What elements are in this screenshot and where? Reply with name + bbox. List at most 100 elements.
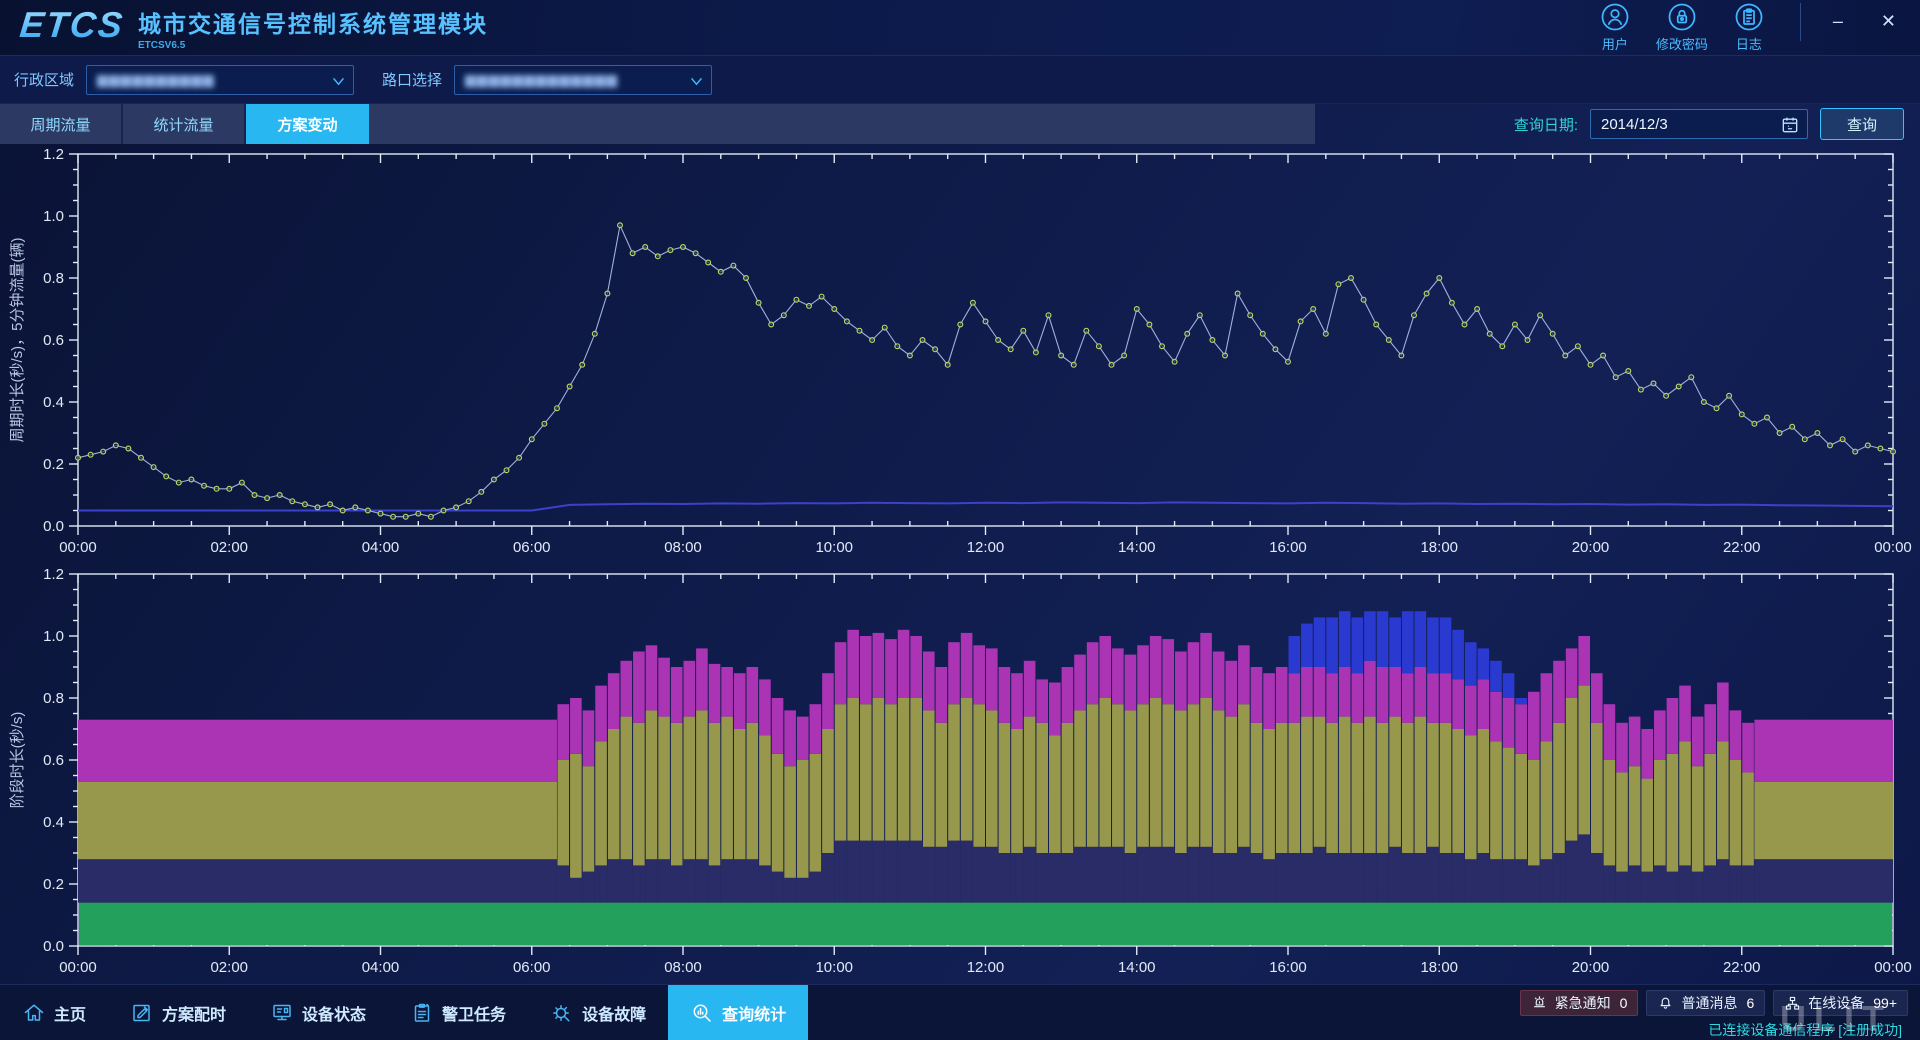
- svg-text:06:00: 06:00: [513, 959, 551, 976]
- svg-text:06:00: 06:00: [513, 539, 551, 556]
- tab-2[interactable]: 统计流量: [123, 104, 246, 144]
- svg-text:周期时长(秒/s)，5分钟流量(辆): 周期时长(秒/s)，5分钟流量(辆): [9, 238, 26, 443]
- svg-text:02:00: 02:00: [210, 539, 248, 556]
- home-icon: [22, 1001, 46, 1025]
- badge-2[interactable]: 普通消息6: [1646, 990, 1765, 1016]
- svg-text:12:00: 12:00: [967, 959, 1005, 976]
- svg-text:00:00: 00:00: [1874, 539, 1912, 556]
- svg-text:00:00: 00:00: [59, 539, 97, 556]
- svg-text:0.6: 0.6: [43, 332, 64, 349]
- svg-text:0.0: 0.0: [43, 518, 64, 535]
- svg-text:14:00: 14:00: [1118, 959, 1156, 976]
- guard-icon: [410, 1001, 434, 1025]
- svg-text:04:00: 04:00: [362, 959, 400, 976]
- log-button[interactable]: 日志: [1734, 2, 1764, 53]
- device-icon: [270, 1001, 294, 1025]
- devices-icon: [1784, 995, 1801, 1012]
- nav-item-4[interactable]: 警卫任务: [388, 985, 528, 1040]
- svg-text:0.8: 0.8: [43, 270, 64, 287]
- svg-text:0.8: 0.8: [43, 690, 64, 707]
- svg-text:20:00: 20:00: [1572, 539, 1610, 556]
- nav-item-2[interactable]: 方案配时: [108, 985, 248, 1040]
- svg-text:18:00: 18:00: [1420, 959, 1458, 976]
- svg-text:04:00: 04:00: [362, 539, 400, 556]
- cycle-flow-chart: 0.0 0.2 0.4 0.6 0.8 1.0 1.2 00:00 02:00 04:00 06:0…: [0, 144, 1920, 564]
- tab-3[interactable]: 方案变动: [246, 104, 369, 144]
- svg-text:00:00: 00:00: [59, 959, 97, 976]
- svg-text:12:00: 12:00: [967, 539, 1005, 556]
- chevron-down-icon: [690, 77, 703, 86]
- bottom-nav-bar: 主页方案配时设备状态警卫任务设备故障查询统计 紧急通知0 普通消息6 在线设备99+…: [0, 984, 1920, 1040]
- app-header: ETCS 城市交通信号控制系统管理模块 ETCSV6.5 用户 修改密码 日志 …: [0, 0, 1920, 56]
- svg-text:0.4: 0.4: [43, 814, 64, 831]
- query-button[interactable]: 查询: [1820, 108, 1904, 140]
- plan-icon: [130, 1001, 154, 1025]
- region-select[interactable]: ▆▆▆▆▆▆▆▆▆▆: [86, 65, 354, 95]
- nav-item-1[interactable]: 主页: [0, 985, 108, 1040]
- phase-duration-chart: 0.0 0.2 0.4 0.6 0.8 1.0 1.2 00:00 02:00 04:00 06:0…: [0, 564, 1920, 984]
- svg-text:16:00: 16:00: [1269, 959, 1307, 976]
- query-date-input[interactable]: 2014/12/3: [1590, 109, 1808, 139]
- stats-icon: [690, 1001, 714, 1025]
- fault-icon: [550, 1001, 574, 1025]
- svg-text:10:00: 10:00: [815, 959, 853, 976]
- siren-icon: [1531, 995, 1548, 1012]
- svg-text:08:00: 08:00: [664, 539, 702, 556]
- divider: [1800, 3, 1801, 41]
- svg-text:08:00: 08:00: [664, 959, 702, 976]
- nav-item-5[interactable]: 设备故障: [528, 985, 668, 1040]
- svg-text:0.4: 0.4: [43, 394, 64, 411]
- region-label: 行政区域: [14, 69, 74, 90]
- svg-text:0.6: 0.6: [43, 752, 64, 769]
- region-select-value: ▆▆▆▆▆▆▆▆▆▆: [97, 71, 215, 88]
- svg-text:1.2: 1.2: [43, 146, 64, 163]
- tab-1[interactable]: 周期流量: [0, 104, 123, 144]
- change-password-button[interactable]: 修改密码: [1656, 2, 1708, 53]
- svg-text:00:00: 00:00: [1874, 959, 1912, 976]
- svg-text:1.0: 1.0: [43, 208, 64, 225]
- tab-bar: 周期流量统计流量方案变动 查询日期: 2014/12/3 查询: [0, 104, 1920, 144]
- svg-text:1.0: 1.0: [43, 628, 64, 645]
- svg-text:阶段时长(秒/s): 阶段时长(秒/s): [9, 712, 26, 809]
- query-date-label: 查询日期:: [1514, 114, 1578, 135]
- svg-text:1.2: 1.2: [43, 566, 64, 583]
- page-title: 城市交通信号控制系统管理模块: [138, 5, 488, 39]
- tab-strip: 周期流量统计流量方案变动: [0, 104, 1315, 144]
- svg-text:22:00: 22:00: [1723, 959, 1761, 976]
- lock-icon: [1667, 2, 1697, 32]
- app-logo: ETCS: [18, 4, 126, 46]
- filter-bar: 行政区域 ▆▆▆▆▆▆▆▆▆▆ 路口选择 ▆▆▆▆▆▆▆▆▆▆▆▆▆: [0, 56, 1920, 104]
- nav-item-3[interactable]: 设备状态: [248, 985, 388, 1040]
- svg-text:0.0: 0.0: [43, 938, 64, 955]
- cycle-flow-chart-svg: 0.0 0.2 0.4 0.6 0.8 1.0 1.2 00:00 02:00 04:00 06:0…: [0, 144, 1920, 564]
- badge-3[interactable]: 在线设备99+: [1773, 990, 1908, 1016]
- svg-text:22:00: 22:00: [1723, 539, 1761, 556]
- log-icon: [1734, 2, 1764, 32]
- crossing-select[interactable]: ▆▆▆▆▆▆▆▆▆▆▆▆▆: [454, 65, 712, 95]
- bell-icon: [1657, 995, 1674, 1012]
- badge-1[interactable]: 紧急通知0: [1520, 990, 1639, 1016]
- svg-text:0.2: 0.2: [43, 456, 64, 473]
- close-button[interactable]: ✕: [1881, 12, 1896, 30]
- svg-text:02:00: 02:00: [210, 959, 248, 976]
- status-badges: 紧急通知0 普通消息6 在线设备99+: [1520, 990, 1908, 1016]
- query-date-value: 2014/12/3: [1601, 116, 1668, 133]
- chevron-down-icon: [332, 77, 345, 86]
- crossing-label: 路口选择: [382, 69, 442, 90]
- svg-text:20:00: 20:00: [1572, 959, 1610, 976]
- svg-text:0.2: 0.2: [43, 876, 64, 893]
- calendar-icon[interactable]: [1780, 115, 1800, 135]
- minimize-button[interactable]: –: [1833, 12, 1843, 30]
- svg-text:14:00: 14:00: [1118, 539, 1156, 556]
- svg-text:16:00: 16:00: [1269, 539, 1307, 556]
- phase-duration-chart-svg: 0.0 0.2 0.4 0.6 0.8 1.0 1.2 00:00 02:00 04:00 06:0…: [0, 564, 1920, 984]
- user-button[interactable]: 用户: [1600, 2, 1630, 53]
- main-nav: 主页方案配时设备状态警卫任务设备故障查询统计: [0, 985, 808, 1040]
- user-icon: [1600, 2, 1630, 32]
- svg-text:10:00: 10:00: [815, 539, 853, 556]
- app-version: ETCSV6.5: [138, 40, 488, 51]
- nav-item-6[interactable]: 查询统计: [668, 985, 808, 1040]
- connection-status: 已连接设备通信程序 [注册成功]: [1708, 1020, 1908, 1040]
- crossing-select-value: ▆▆▆▆▆▆▆▆▆▆▆▆▆: [465, 71, 618, 88]
- svg-text:18:00: 18:00: [1420, 539, 1458, 556]
